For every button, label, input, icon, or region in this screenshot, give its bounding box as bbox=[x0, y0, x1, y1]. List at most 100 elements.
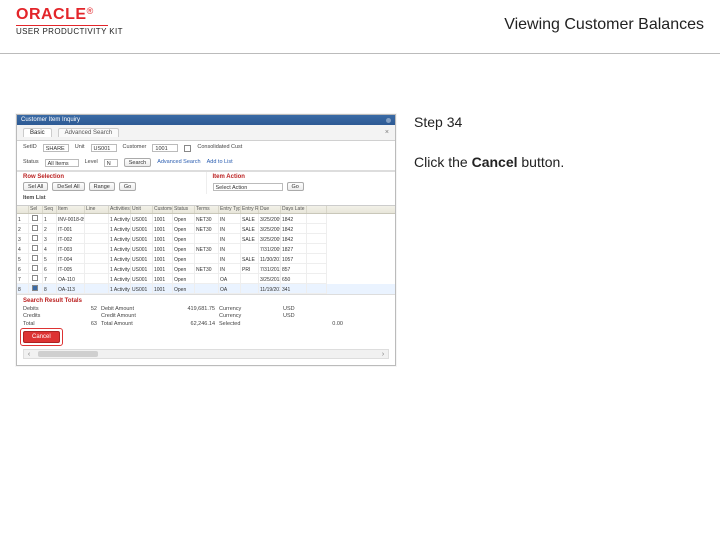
row-select[interactable] bbox=[29, 264, 43, 274]
table-row[interactable]: 55IT-0041 ActivityUS0011001OpenINSALE11/… bbox=[17, 254, 395, 264]
row-select[interactable] bbox=[29, 224, 43, 234]
btn-go-action[interactable]: Go bbox=[287, 182, 304, 191]
cell: INV-0018-09-2 bbox=[57, 214, 85, 224]
cell: Open bbox=[173, 214, 195, 224]
t-r3-2: Total Amount bbox=[101, 322, 161, 328]
cell bbox=[241, 274, 259, 284]
table-row[interactable]: 33IT-0021 ActivityUS0011001OpenINSALE3/2… bbox=[17, 234, 395, 244]
fld-level[interactable]: N bbox=[104, 159, 118, 167]
cell: US001 bbox=[131, 224, 153, 234]
cell: 1001 bbox=[153, 214, 173, 224]
table-row[interactable]: 88OA-1131 ActivityUS0011001OpenOA11/19/2… bbox=[17, 284, 395, 294]
cell: 6 bbox=[43, 264, 57, 274]
cell: IN bbox=[219, 254, 241, 264]
cell bbox=[85, 284, 109, 294]
scroll-left-icon[interactable]: ‹ bbox=[24, 351, 34, 358]
cell: US001 bbox=[131, 254, 153, 264]
advanced-search-link[interactable]: Advanced Search bbox=[157, 160, 200, 166]
row-select[interactable] bbox=[29, 214, 43, 224]
cell-pad bbox=[307, 224, 327, 234]
fld-customer[interactable]: 1001 bbox=[152, 144, 178, 152]
cell: IT-002 bbox=[57, 234, 85, 244]
cell: 3/25/2013 bbox=[259, 274, 281, 284]
row-select[interactable] bbox=[29, 274, 43, 284]
add-to-list-link[interactable]: Add to List bbox=[207, 160, 233, 166]
item-list-label: Item List bbox=[23, 196, 46, 202]
t-r2-0: Credits bbox=[23, 314, 73, 320]
cell: Open bbox=[173, 274, 195, 284]
cell bbox=[85, 234, 109, 244]
cell: OA bbox=[219, 284, 241, 294]
cell: US001 bbox=[131, 284, 153, 294]
btn-go-range[interactable]: Go bbox=[119, 182, 136, 191]
cell: 1 Activity bbox=[109, 234, 131, 244]
gh-customer: Customer ID bbox=[153, 206, 173, 213]
t-r3-0: Total bbox=[23, 322, 73, 328]
t-r3-3: 62,246.14 bbox=[165, 322, 215, 328]
instruction-prefix: Click the bbox=[414, 154, 472, 170]
item-action-title: Item Action bbox=[207, 172, 396, 182]
t-r3-1: 63 bbox=[77, 322, 97, 328]
gh-line: Line bbox=[85, 206, 109, 213]
tab-advanced[interactable]: Advanced Search bbox=[58, 128, 119, 137]
btn-range[interactable]: Range bbox=[89, 182, 115, 191]
t-r2-3 bbox=[165, 314, 215, 320]
table-row[interactable]: 11INV-0018-09-21 ActivityUS0011001OpenNE… bbox=[17, 214, 395, 224]
cell bbox=[85, 224, 109, 234]
cell: 1001 bbox=[153, 284, 173, 294]
window-title: Customer Item Inquiry bbox=[21, 117, 80, 123]
chk-consolidated[interactable] bbox=[184, 145, 191, 152]
cell: 1842 bbox=[281, 234, 307, 244]
horizontal-scrollbar[interactable]: ‹ › bbox=[23, 349, 389, 359]
row-selection-title: Row Selection bbox=[17, 172, 206, 182]
cell-pad bbox=[307, 274, 327, 284]
item-action-select[interactable]: Select Action bbox=[213, 183, 283, 191]
row-select[interactable] bbox=[29, 254, 43, 264]
cell bbox=[85, 214, 109, 224]
row-select[interactable] bbox=[29, 284, 43, 294]
cell: Open bbox=[173, 234, 195, 244]
fld-unit[interactable]: US001 bbox=[91, 144, 117, 152]
t-r1-2: Debit Amount bbox=[101, 307, 161, 313]
instruction-suffix: button. bbox=[518, 154, 565, 170]
cell: 11/19/2013 bbox=[259, 284, 281, 294]
row-num: 3 bbox=[17, 234, 29, 244]
btn-deselect-all[interactable]: DeSel All bbox=[52, 182, 84, 191]
table-row[interactable]: 66IT-0051 ActivityUS0011001OpenNET30INPR… bbox=[17, 264, 395, 274]
table-row[interactable]: 22IT-0011 ActivityUS0011001OpenNET30INSA… bbox=[17, 224, 395, 234]
cell: 1 Activity bbox=[109, 284, 131, 294]
cell: IN bbox=[219, 214, 241, 224]
cell: 1827 bbox=[281, 244, 307, 254]
gh-item: Item bbox=[57, 206, 85, 213]
row-select[interactable] bbox=[29, 234, 43, 244]
tab-basic[interactable]: Basic bbox=[23, 128, 52, 137]
gh-sel: Sel bbox=[29, 206, 43, 213]
cell bbox=[85, 244, 109, 254]
search-button[interactable]: Search bbox=[124, 158, 151, 167]
cell: 1842 bbox=[281, 224, 307, 234]
lbl-consolidated: Consolidated Cust bbox=[197, 145, 242, 151]
cell: Open bbox=[173, 224, 195, 234]
grid-header-row: Sel Seq Item Line Activities Unit Custom… bbox=[17, 206, 395, 214]
cancel-highlight: Cancel bbox=[23, 331, 60, 343]
cell bbox=[85, 264, 109, 274]
scroll-thumb[interactable] bbox=[38, 351, 98, 357]
cell: 857 bbox=[281, 264, 307, 274]
cell: 7 bbox=[43, 274, 57, 284]
cell: 1001 bbox=[153, 234, 173, 244]
table-row[interactable]: 44IT-0031 ActivityUS0011001OpenNET30IN7/… bbox=[17, 244, 395, 254]
cell: US001 bbox=[131, 234, 153, 244]
scroll-right-icon[interactable]: › bbox=[378, 351, 388, 358]
cell: SALE bbox=[241, 214, 259, 224]
btn-select-all[interactable]: Sel All bbox=[23, 182, 48, 191]
fld-setid[interactable]: SHARE bbox=[43, 144, 69, 152]
t-r1-4: Currency bbox=[219, 307, 279, 313]
cell bbox=[85, 254, 109, 264]
close-icon[interactable]: × bbox=[385, 129, 389, 136]
cell: 1057 bbox=[281, 254, 307, 264]
cell: 8 bbox=[43, 284, 57, 294]
fld-status[interactable]: All Items bbox=[45, 159, 79, 167]
cell: IT-004 bbox=[57, 254, 85, 264]
row-select[interactable] bbox=[29, 244, 43, 254]
table-row[interactable]: 77OA-1101 ActivityUS0011001OpenOA3/25/20… bbox=[17, 274, 395, 284]
